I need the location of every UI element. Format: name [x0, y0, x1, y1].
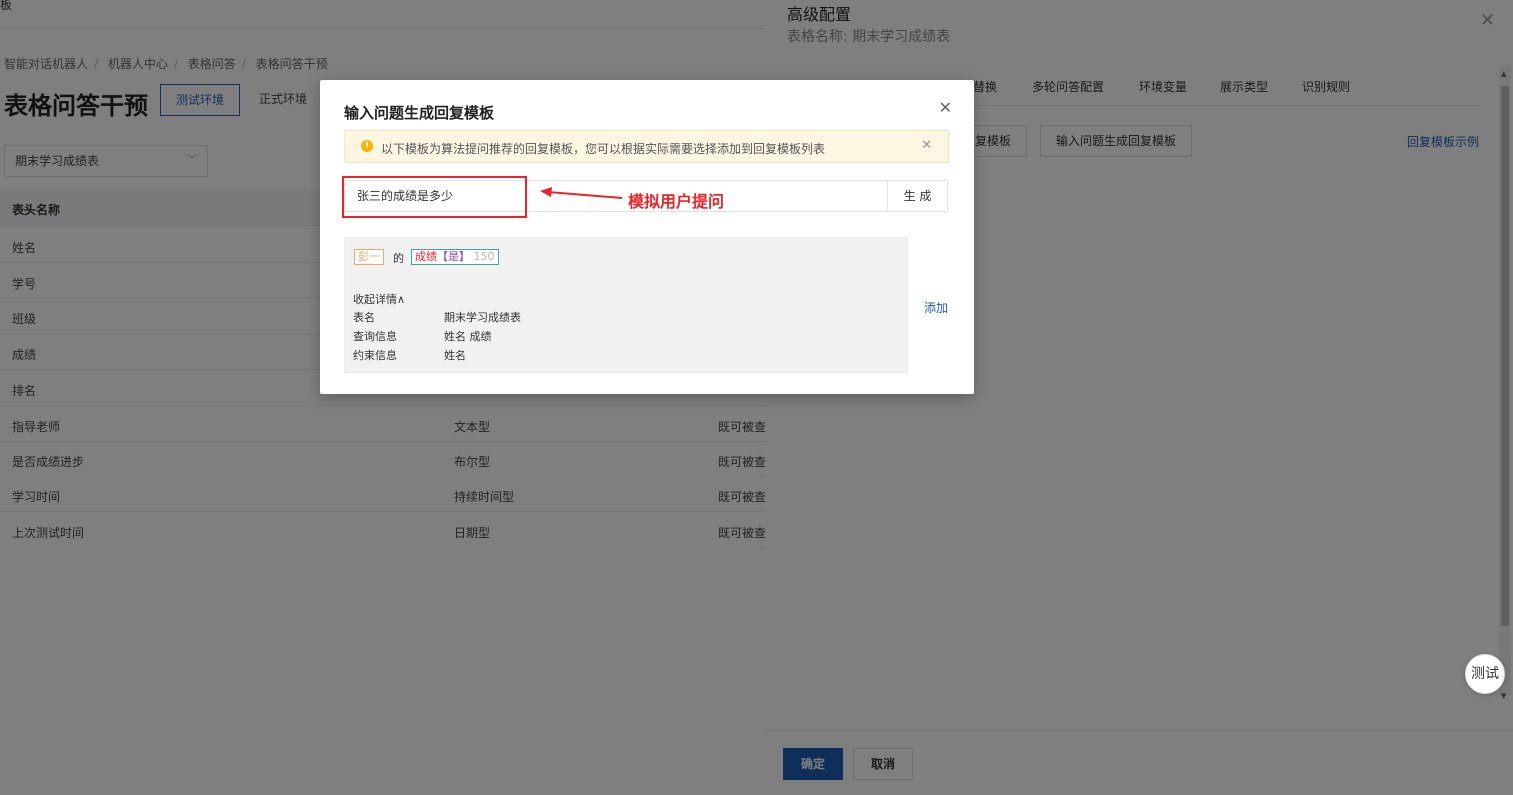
detail-value: 姓名 成绩 — [444, 330, 492, 343]
detail-key: 查询信息 — [353, 330, 397, 343]
generate-template-modal: 输入问题生成回复模板 ✕ ! 以下模板为算法提问推荐的回复模板，您可以根据实际需… — [320, 80, 974, 394]
collapse-details-toggle[interactable]: 收起详情∧ — [353, 291, 405, 307]
token-score-label: 成绩 — [415, 250, 437, 263]
annotation-label: 模拟用户提问 — [628, 192, 725, 211]
alert-text: 以下模板为算法提问推荐的回复模板，您可以根据实际需要选择添加到回复模板列表 — [381, 142, 826, 156]
detail-key: 约束信息 — [353, 349, 397, 362]
token-score-flag: 【是】 — [437, 250, 470, 263]
add-link[interactable]: 添加 — [924, 299, 948, 316]
detail-value: 姓名 — [444, 349, 466, 362]
close-icon[interactable]: ✕ — [921, 138, 932, 153]
detail-key: 表名 — [353, 311, 375, 324]
annotation-highlight-box — [342, 176, 527, 218]
generate-button[interactable]: 生 成 — [887, 180, 948, 212]
token-name: 彭一 — [354, 249, 384, 265]
info-alert: ! 以下模板为算法提问推荐的回复模板，您可以根据实际需要选择添加到回复模板列表 … — [344, 130, 949, 163]
token-score: 成绩【是】 150 — [411, 249, 499, 265]
close-icon[interactable]: ✕ — [939, 98, 952, 117]
test-floating-button[interactable]: 测试 — [1465, 654, 1505, 694]
modal-title: 输入问题生成回复模板 — [344, 104, 495, 122]
detail-value: 期末学习成绩表 — [444, 311, 521, 324]
template-card: 彭一 的 成绩【是】 150 收起详情∧ 表名 期末学习成绩表 查询信息 姓名 … — [344, 237, 908, 373]
token-connector: 的 — [393, 252, 404, 265]
token-score-value: 150 — [473, 250, 495, 263]
page: 板 智能对话机器人/ 机器人中心/ 表格问答/ 表格问答干预 表格问答干预 测试… — [0, 0, 1513, 795]
warning-icon: ! — [361, 140, 373, 152]
annotation-arrow-icon — [540, 187, 623, 199]
